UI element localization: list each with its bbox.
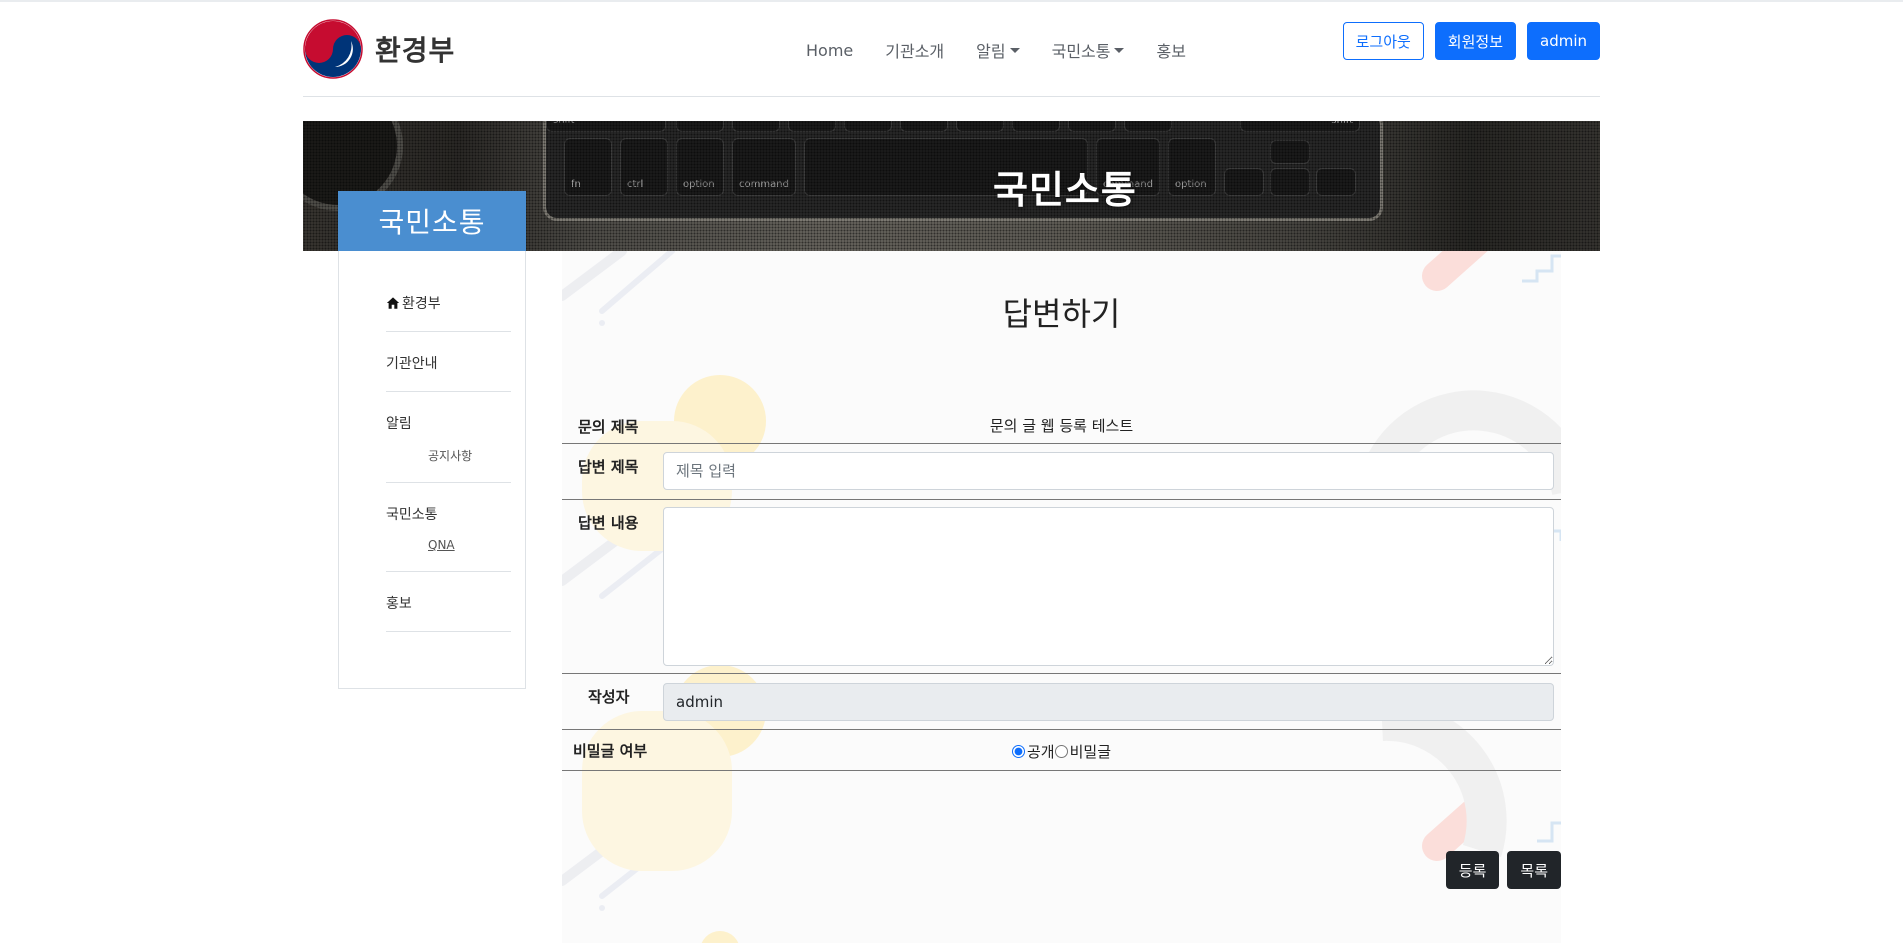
nav-communication-label: 국민소통: [1051, 42, 1111, 61]
nav-communication[interactable]: 국민소통: [1036, 38, 1141, 62]
author-label: 작성자: [588, 688, 630, 706]
answer-title-label: 답변 제목: [578, 458, 639, 476]
nav-notice-label: 알림: [976, 42, 1006, 61]
radio-secret[interactable]: 비밀글: [1054, 741, 1111, 762]
site-header: 환경부 Home 기관소개 알림 국민소통 홍보 로그아웃 회원정보 admin: [303, 2, 1600, 97]
sidebar: 환경부 기관안내 알림 공지사항 국민소통 QNA 홍보: [338, 251, 526, 689]
caret-down-icon: [1009, 47, 1020, 53]
secret-option-row: 비밀글 여부 공개 비밀글: [562, 730, 1561, 771]
sidebar-list: 환경부 기관안내 알림 공지사항 국민소통 QNA 홍보: [386, 251, 511, 632]
sidebar-item-communication[interactable]: 국민소통: [386, 504, 511, 524]
answer-title-input[interactable]: [663, 452, 1554, 490]
inquiry-title-value: 문의 글 웹 등록 테스트: [989, 417, 1134, 435]
nav-promotion-label: 홍보: [1156, 42, 1186, 61]
sidebar-item-label: 알림: [386, 416, 412, 432]
sidebar-item-home[interactable]: 환경부: [386, 293, 511, 313]
sidebar-group: 기관안내: [386, 332, 511, 392]
inquiry-title-row: 문의 글 웹 등록 테스트 문의 제목: [562, 407, 1561, 444]
nav-notice[interactable]: 알림: [960, 38, 1035, 62]
answer-body-label: 답변 내용: [578, 514, 639, 532]
sidebar-group: 알림 공지사항: [386, 392, 511, 483]
nav-promotion[interactable]: 홍보: [1140, 38, 1201, 62]
sidebar-item-label: 홍보: [386, 596, 412, 612]
sidebar-group: 환경부: [386, 251, 511, 332]
author-input[interactable]: [663, 683, 1554, 721]
inquiry-title-label: 문의 제목: [578, 418, 639, 436]
answer-body-textarea[interactable]: [663, 507, 1554, 666]
sidebar-item-label: 환경부: [402, 296, 441, 312]
nav-home[interactable]: Home: [790, 38, 869, 62]
caret-down-icon: [1114, 47, 1125, 53]
sidebar-item-about[interactable]: 기관안내: [386, 353, 511, 373]
sidebar-item-label: 국민소통: [386, 507, 438, 523]
answer-body-row: 답변 내용: [562, 500, 1561, 674]
site-logo[interactable]: 환경부: [303, 19, 455, 79]
page-title: 답변하기: [1002, 295, 1121, 333]
radio-public-input[interactable]: [1011, 745, 1025, 758]
secret-option-group: 공개 비밀글: [562, 741, 1561, 762]
sidebar-group: 홍보: [386, 572, 511, 632]
main-content: 답변하기 문의 글 웹 등록 테스트 문의 제목 답변 제목 답변 내용 작성자…: [562, 251, 1561, 943]
sidebar-item-notice[interactable]: 알림: [386, 413, 511, 433]
sidebar-subitem-qna[interactable]: QNA: [428, 538, 455, 552]
sidebar-item-label: 기관안내: [386, 356, 438, 372]
nav-about[interactable]: 기관소개: [869, 38, 960, 62]
radio-public[interactable]: 공개: [1011, 741, 1055, 762]
sidebar-group: 국민소통 QNA: [386, 483, 511, 572]
banner-title: 국민소통: [993, 168, 1137, 212]
nav-about-label: 기관소개: [885, 42, 945, 61]
member-info-button[interactable]: 회원정보: [1434, 22, 1516, 60]
action-buttons: 등록 목록: [1445, 851, 1561, 889]
logo-text: 환경부: [375, 34, 456, 67]
home-icon: [386, 297, 400, 309]
nav-home-label: Home: [806, 40, 854, 60]
sidebar-subitem-announcements[interactable]: 공지사항: [428, 447, 472, 464]
answer-title-row: 답변 제목: [562, 444, 1561, 500]
author-row: 작성자: [562, 674, 1561, 730]
user-button[interactable]: admin: [1527, 22, 1600, 60]
taegeuk-logo-icon: [303, 19, 363, 79]
logout-button[interactable]: 로그아웃: [1342, 22, 1424, 60]
sidebar-item-promotion[interactable]: 홍보: [386, 593, 511, 613]
radio-secret-input[interactable]: [1054, 745, 1068, 758]
sidebar-title: 국민소통: [338, 191, 526, 251]
list-button[interactable]: 목록: [1507, 851, 1561, 889]
main-nav: Home 기관소개 알림 국민소통 홍보: [790, 38, 1202, 62]
header-buttons: 로그아웃 회원정보 admin: [1342, 22, 1600, 60]
submit-button[interactable]: 등록: [1445, 851, 1500, 889]
radio-public-label: 공개: [1026, 743, 1055, 761]
radio-secret-label: 비밀글: [1069, 743, 1111, 761]
